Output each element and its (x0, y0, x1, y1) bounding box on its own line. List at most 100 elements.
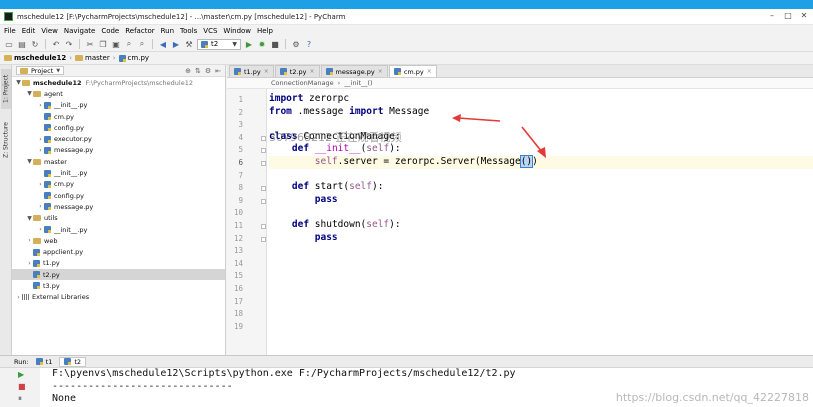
fold-marker-icon[interactable] (261, 148, 266, 154)
breadcrumb-method[interactable]: __init__() (344, 79, 372, 87)
tree-item[interactable]: appclient.py (12, 246, 225, 257)
cut-icon[interactable]: ✂ (85, 39, 95, 49)
tab-t1[interactable]: t1.py × (229, 65, 274, 77)
menu-edit[interactable]: Edit (22, 27, 36, 35)
menu-code[interactable]: Code (101, 27, 119, 35)
close-tab-icon[interactable]: × (427, 68, 432, 75)
collapsed-arrow-icon[interactable]: › (37, 203, 44, 210)
paste-icon[interactable]: ▣ (111, 39, 121, 49)
nav-crumb-project[interactable]: mschedule12 (4, 54, 66, 62)
find-icon[interactable]: ⌕ (124, 39, 134, 49)
collapsed-arrow-icon[interactable]: › (37, 226, 44, 233)
left-tool-strip: 1: Project Z: Structure (0, 65, 12, 355)
nav-crumb-master[interactable]: master (75, 54, 110, 62)
locate-icon[interactable]: ⊕ (185, 67, 191, 75)
expanded-arrow-icon[interactable]: ▼ (26, 90, 33, 97)
tree-item[interactable]: cm.py (12, 111, 225, 122)
structure-tool-tab[interactable]: Z: Structure (1, 117, 11, 163)
stop-icon[interactable]: ■ (270, 39, 280, 49)
menu-tools[interactable]: Tools (180, 27, 197, 35)
maximize-icon[interactable]: □ (783, 11, 793, 21)
project-tool-tab[interactable]: 1: Project (1, 69, 11, 109)
tree-item[interactable]: › executor.py (12, 133, 225, 144)
tree-item[interactable]: config.py (12, 190, 225, 201)
nav-crumb-file[interactable]: cm.py (118, 54, 149, 62)
menu-file[interactable]: File (4, 27, 16, 35)
tree-item[interactable]: › __init__.py (12, 100, 225, 111)
tab-message[interactable]: message.py × (320, 65, 388, 77)
collapse-icon[interactable]: ⇅ (195, 67, 201, 75)
expanded-arrow-icon[interactable]: ▼ (26, 215, 33, 222)
tree-item[interactable]: › message.py (12, 145, 225, 156)
collapsed-arrow-icon[interactable]: › (37, 181, 44, 188)
menu-run[interactable]: Run (161, 27, 174, 35)
collapsed-arrow-icon[interactable]: › (37, 147, 44, 154)
tree-item[interactable]: t3.py (12, 280, 225, 291)
project-view-select[interactable]: Project ▼ (16, 66, 65, 75)
code-content[interactable]: import zerorpc from .message import Mess… (269, 89, 813, 355)
help-icon[interactable]: ? (304, 39, 314, 49)
forward-icon[interactable]: ▶ (171, 39, 181, 49)
tree-item[interactable]: › message.py (12, 201, 225, 212)
back-icon[interactable]: ◀ (158, 39, 168, 49)
collapsed-arrow-icon[interactable]: › (37, 102, 44, 109)
menu-vcs[interactable]: VCS (203, 27, 217, 35)
tree-item[interactable]: ▼ agent (12, 88, 225, 99)
tree-item[interactable]: ▼ utils (12, 213, 225, 224)
build-icon[interactable]: ⚒ (184, 39, 194, 49)
copy-icon[interactable]: ❐ (98, 39, 108, 49)
undo-icon[interactable]: ↶ (51, 39, 61, 49)
run-icon[interactable]: ▶ (244, 39, 254, 49)
tree-item[interactable]: config.py (12, 122, 225, 133)
fold-marker-icon[interactable] (261, 161, 266, 166)
redo-icon[interactable]: ↷ (64, 39, 74, 49)
stop-icon[interactable]: ■ (18, 382, 26, 391)
tree-item[interactable]: › External Libraries (12, 292, 225, 303)
close-tab-icon[interactable]: × (264, 68, 269, 75)
menu-help[interactable]: Help (257, 27, 273, 35)
debug-icon[interactable]: ✹ (257, 39, 267, 49)
close-icon[interactable]: ✕ (799, 11, 809, 21)
tree-item[interactable]: › __init__.py (12, 224, 225, 235)
tree-item[interactable]: › web (12, 235, 225, 246)
sync-icon[interactable]: ↻ (30, 39, 40, 49)
tree-item[interactable]: › cm.py (12, 179, 225, 190)
tab-t2[interactable]: t2.py × (274, 65, 320, 77)
tab-cm[interactable]: cm.py × (388, 65, 437, 77)
save-all-icon[interactable]: ▤ (17, 39, 27, 49)
fold-marker-icon[interactable] (261, 224, 266, 229)
collapsed-arrow-icon[interactable]: › (15, 294, 22, 301)
replace-icon[interactable]: ⌕ (137, 39, 147, 49)
rerun-icon[interactable]: ▶ (18, 370, 24, 379)
open-folder-icon[interactable]: ▭ (4, 39, 14, 49)
run-config-select[interactable]: t2 ▼ (197, 38, 241, 50)
run-tab-t2[interactable]: t2 (59, 356, 87, 367)
expanded-arrow-icon[interactable]: ▼ (26, 158, 33, 165)
minimize-icon[interactable]: – (767, 11, 777, 21)
collapsed-arrow-icon[interactable]: › (26, 237, 33, 244)
collapsed-arrow-icon[interactable]: › (26, 260, 33, 267)
run-tab-t1[interactable]: t1 (32, 357, 57, 367)
fold-marker-icon[interactable] (261, 186, 266, 192)
close-tab-icon[interactable]: × (310, 68, 315, 75)
tree-item[interactable]: ▼ master (12, 156, 225, 167)
fold-marker-icon[interactable] (261, 236, 266, 242)
breadcrumb-class[interactable]: ConnectionManage (271, 79, 334, 87)
tree-item[interactable]: › t1.py (12, 258, 225, 269)
expanded-arrow-icon[interactable]: ▼ (15, 79, 22, 86)
fold-marker-icon[interactable] (261, 198, 266, 204)
menu-view[interactable]: View (41, 27, 58, 35)
menu-refactor[interactable]: Refactor (125, 27, 154, 35)
tree-item[interactable]: t2.py (12, 269, 225, 281)
fold-marker-icon[interactable] (261, 135, 266, 141)
collapsed-arrow-icon[interactable]: › (37, 136, 44, 143)
hide-icon[interactable]: ⇤ (215, 67, 221, 75)
close-tab-icon[interactable]: × (378, 68, 383, 75)
tree-item[interactable]: __init__.py (12, 167, 225, 178)
tree-item[interactable]: ▼ mschedule12 F:\PycharmProjects\mschedule… (12, 77, 225, 88)
gear-icon[interactable]: ⚙ (205, 67, 211, 75)
menu-window[interactable]: Window (223, 27, 251, 35)
pause-icon[interactable]: ⏸ (18, 394, 22, 404)
menu-navigate[interactable]: Navigate (64, 27, 95, 35)
settings-icon[interactable]: ⚙ (291, 39, 301, 49)
